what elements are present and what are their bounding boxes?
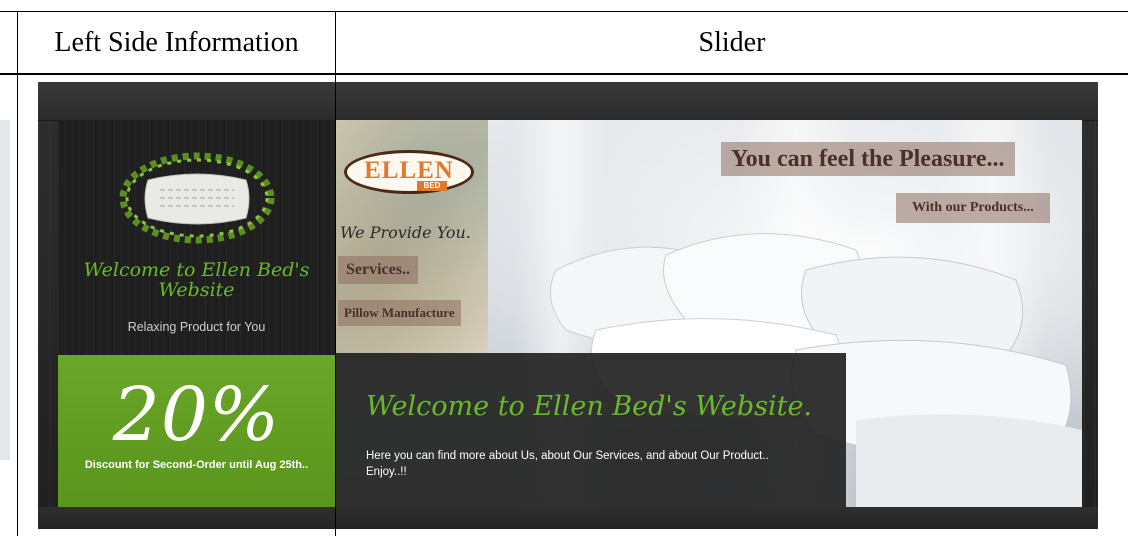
brand-name: ELLEN bbox=[364, 157, 454, 184]
discount-promo[interactable]: 20% Discount for Second-Order until Aug … bbox=[58, 355, 335, 507]
right-column-header: Slider bbox=[698, 27, 766, 58]
pillow-manufacture-tag: Pillow Manufacture bbox=[338, 300, 461, 326]
ellen-bed-logo[interactable]: ELLEN BED bbox=[344, 150, 474, 194]
left-tagline: Relaxing Product for You bbox=[127, 320, 266, 334]
promo-percentage: 20% bbox=[112, 372, 281, 458]
document-table: Left Side Information Slider Welcome to … bbox=[0, 0, 1128, 536]
pillow-wreath-logo bbox=[119, 152, 275, 244]
brand-sub: BED bbox=[417, 181, 447, 191]
slider-headline: You can feel the Pleasure... bbox=[721, 142, 1015, 176]
image-slider[interactable]: ELLEN BED We Provide You. Services.. Pil… bbox=[336, 120, 1082, 508]
provide-text: We Provide You. bbox=[340, 223, 471, 242]
left-edge-background bbox=[0, 120, 10, 460]
slider-caption: Welcome to Ellen Bed's Website. Here you… bbox=[336, 353, 846, 508]
left-column-header: Left Side Information bbox=[54, 27, 299, 58]
site-bottom-bar bbox=[38, 507, 1098, 529]
promo-description: Discount for Second-Order until Aug 25th… bbox=[84, 459, 309, 471]
caption-text: Here you can find more about Us, about O… bbox=[366, 450, 769, 478]
table-left-border bbox=[17, 11, 18, 536]
table-header-divider bbox=[0, 73, 1128, 75]
slider-subheadline: With our Products... bbox=[896, 193, 1050, 223]
services-tag: Services.. bbox=[338, 256, 418, 284]
site-top-bar bbox=[38, 82, 1098, 121]
caption-title: Welcome to Ellen Bed's Website. bbox=[366, 391, 813, 422]
left-welcome-text: Welcome to Ellen Bed's Website bbox=[83, 259, 310, 301]
website-screenshot: Welcome to Ellen Bed's Website Relaxing … bbox=[38, 82, 1098, 529]
table-column-divider bbox=[335, 11, 336, 536]
left-info-panel: Welcome to Ellen Bed's Website Relaxing … bbox=[58, 120, 335, 355]
